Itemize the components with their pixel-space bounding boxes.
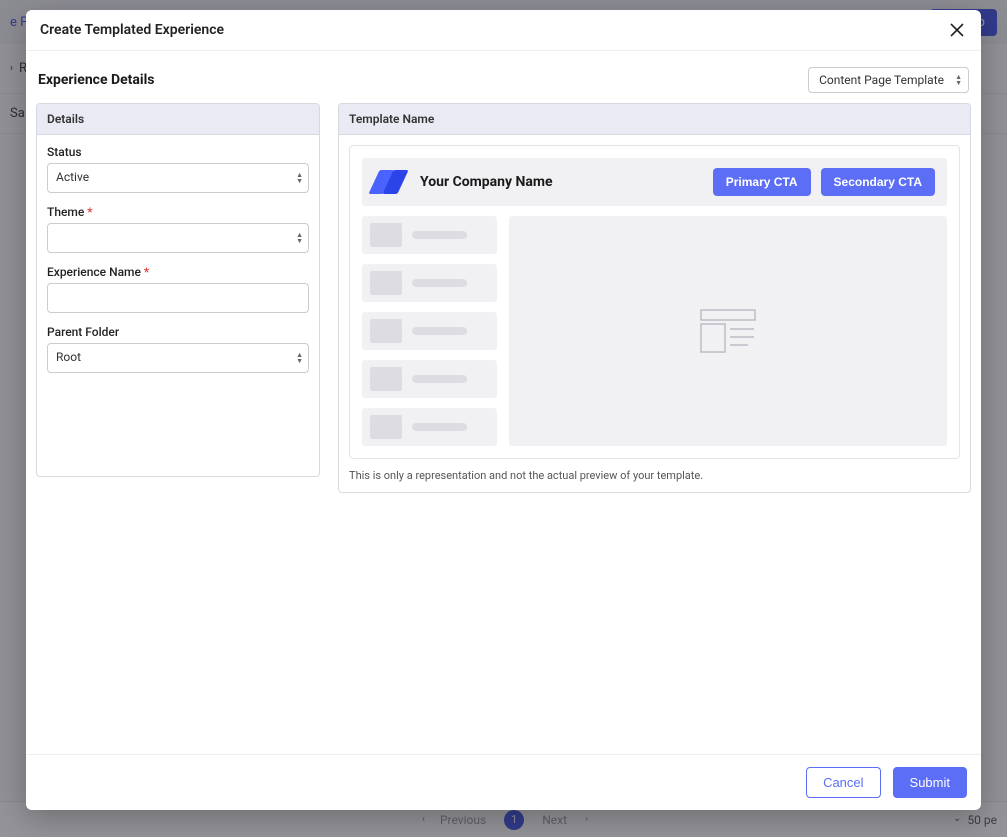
modal-overlay: Create Templated Experience Experience D… [0, 0, 1007, 837]
company-name: Your Company Name [420, 174, 553, 190]
modal-body: Experience Details Content Page Template… [26, 51, 981, 754]
experience-name-label: Experience Name * [47, 265, 309, 279]
list-item [362, 216, 497, 254]
parent-folder-value: Root [56, 350, 81, 364]
modal-footer: Cancel Submit [26, 754, 981, 810]
template-type-value: Content Page Template [819, 73, 944, 87]
section-title: Experience Details [38, 72, 155, 88]
theme-label: Theme * [47, 205, 309, 219]
preview-header: Your Company Name Primary CTA Secondary … [362, 158, 947, 206]
theme-select[interactable] [47, 223, 309, 253]
logo-icon [374, 170, 406, 194]
preview-list [362, 216, 497, 446]
template-preview-card: Your Company Name Primary CTA Secondary … [349, 145, 960, 459]
list-item [362, 408, 497, 446]
close-icon [950, 23, 964, 37]
cancel-button[interactable]: Cancel [806, 767, 880, 798]
secondary-cta-button: Secondary CTA [821, 168, 935, 196]
primary-cta-button: Primary CTA [713, 168, 811, 196]
modal-header: Create Templated Experience [26, 10, 981, 51]
status-select[interactable]: Active [47, 163, 309, 193]
status-value: Active [56, 170, 89, 184]
status-label: Status [47, 145, 309, 159]
template-panel-header: Template Name [339, 104, 970, 135]
preview-main-area [509, 216, 947, 446]
modal-title: Create Templated Experience [40, 22, 224, 38]
wireframe-placeholder-icon [700, 309, 756, 353]
select-chevrons-icon: ▲▼ [955, 74, 962, 86]
parent-folder-select[interactable]: Root [47, 343, 309, 373]
template-type-select[interactable]: Content Page Template ▲▼ [808, 67, 969, 93]
close-button[interactable] [947, 20, 967, 40]
parent-folder-label: Parent Folder [47, 325, 309, 339]
submit-button[interactable]: Submit [893, 767, 967, 798]
preview-disclaimer: This is only a representation and not th… [349, 469, 960, 482]
experience-name-input[interactable] [47, 283, 309, 313]
details-panel-header: Details [37, 104, 319, 135]
template-preview-panel: Template Name Your Company Name Primar [338, 103, 971, 493]
list-item [362, 360, 497, 398]
list-item [362, 312, 497, 350]
create-templated-experience-modal: Create Templated Experience Experience D… [26, 10, 981, 810]
list-item [362, 264, 497, 302]
section-header: Experience Details Content Page Template… [36, 61, 971, 103]
details-panel: Details Status Active ▲▼ [36, 103, 320, 477]
preview-body [362, 216, 947, 446]
